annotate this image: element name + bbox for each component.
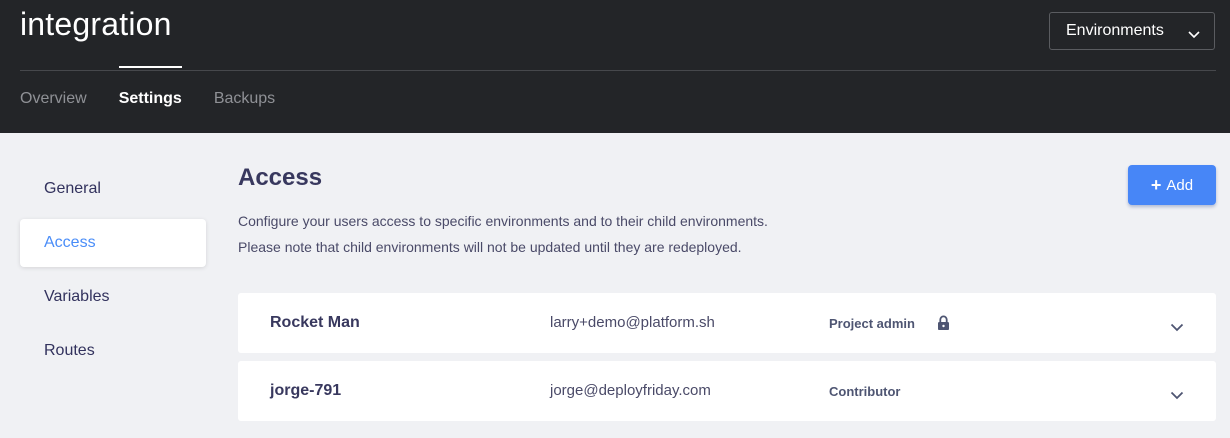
environments-dropdown[interactable]: Environments: [1049, 12, 1215, 50]
sidebar-item-label: Access: [44, 234, 96, 251]
user-role: Project admin: [829, 316, 915, 331]
sidebar-item-label: Routes: [44, 342, 95, 359]
sidebar-item-variables[interactable]: Variables: [20, 273, 206, 321]
chevron-down-icon[interactable]: [1170, 387, 1184, 405]
add-user-button[interactable]: + Add: [1128, 165, 1216, 205]
lock-icon: [937, 315, 950, 336]
sidebar-item-general[interactable]: General: [20, 165, 206, 213]
chevron-down-icon: [1188, 26, 1200, 44]
chevron-down-icon[interactable]: [1170, 319, 1184, 337]
environments-dropdown-label: Environments: [1066, 22, 1164, 39]
header-divider: [20, 70, 1216, 71]
user-email: larry+demo@platform.sh: [550, 314, 715, 331]
project-title: integration: [20, 6, 172, 42]
add-button-label: Add: [1166, 176, 1194, 194]
sidebar-item-access[interactable]: Access: [20, 219, 206, 267]
user-name: Rocket Man: [270, 314, 360, 331]
user-email: jorge@deployfriday.com: [550, 382, 711, 399]
user-row-rocket-man[interactable]: Rocket Man larry+demo@platform.sh Projec…: [238, 293, 1216, 353]
access-description-line-2: Please note that child environments will…: [238, 239, 742, 255]
top-header: integration Environments Overview Settin…: [0, 0, 1230, 133]
user-role: Contributor: [829, 384, 901, 399]
settings-nav: Overview Settings Backups: [20, 90, 307, 108]
access-description-line-1: Configure your users access to specific …: [238, 213, 768, 229]
user-row-jorge-791[interactable]: jorge-791 jorge@deployfriday.com Contrib…: [238, 361, 1216, 421]
sidebar-item-label: Variables: [44, 288, 110, 305]
tab-backups[interactable]: Backups: [214, 90, 275, 108]
plus-icon: +: [1150, 175, 1162, 195]
tab-overview[interactable]: Overview: [20, 90, 87, 108]
sidebar-item-routes[interactable]: Routes: [20, 327, 206, 375]
user-name: jorge-791: [270, 382, 342, 399]
page-title: Access: [238, 164, 323, 191]
sidebar-item-label: General: [44, 180, 101, 197]
active-tab-indicator: [119, 66, 182, 68]
tab-settings[interactable]: Settings: [119, 90, 182, 108]
